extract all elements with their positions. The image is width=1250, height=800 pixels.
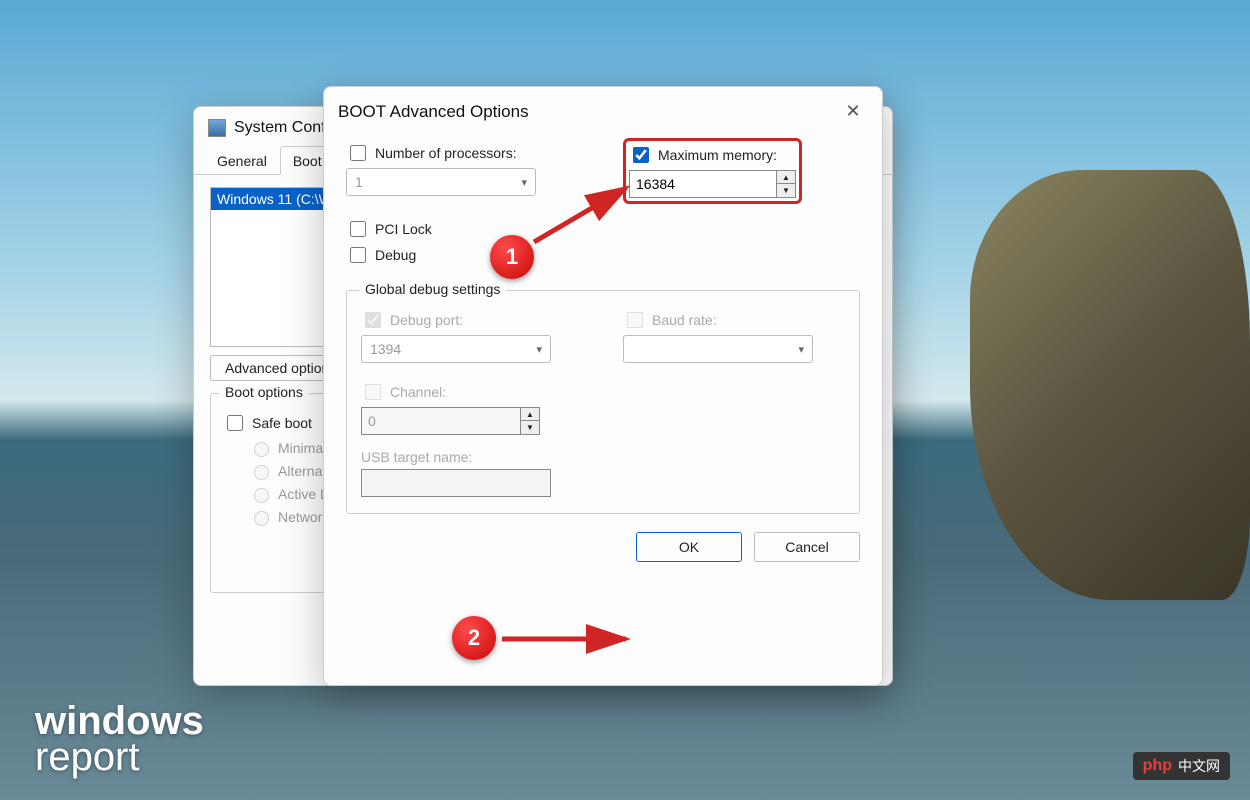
watermark-windows-report: windows report [35,703,204,775]
baud-rate-select: ▾ [623,335,813,363]
max-memory-checkbox[interactable]: Maximum memory: [629,144,796,166]
bootadv-titlebar: BOOT Advanced Options ✕ [324,87,882,132]
num-processors-label: Number of processors: [375,145,517,161]
channel-spinner: ▲▼ [521,407,540,435]
boot-options-label: Boot options [219,384,309,400]
spinner-up-icon[interactable]: ▲ [777,171,795,184]
num-processors-checkbox[interactable]: Number of processors: [346,142,583,164]
annotation-arrow-1 [528,180,638,250]
ok-button[interactable]: OK [636,532,742,562]
chevron-down-icon: ▾ [536,343,542,356]
debug-port-select: 1394▾ [361,335,551,363]
cancel-button[interactable]: Cancel [754,532,860,562]
spinner-up-icon: ▲ [521,408,539,421]
spinner-down-icon: ▼ [521,421,539,434]
baud-rate-label: Baud rate: [652,312,717,328]
channel-checkbox: Channel: [361,381,583,403]
highlight-max-memory: Maximum memory: ▲▼ [623,138,802,204]
annotation-marker-2: 2 [452,616,496,660]
sysconf-icon [208,119,226,137]
baud-rate-checkbox: Baud rate: [623,309,845,331]
debug-label: Debug [375,247,416,263]
watermark-php-cn: php 中文网 [1133,752,1230,780]
boot-advanced-options-dialog: BOOT Advanced Options ✕ Number of proces… [323,86,883,686]
usb-target-label: USB target name: [361,449,583,465]
max-memory-input[interactable] [629,170,777,198]
channel-input [361,407,521,435]
debug-port-label: Debug port: [390,312,463,328]
pci-lock-label: PCI Lock [375,221,432,237]
close-icon[interactable]: ✕ [838,101,868,122]
max-memory-spinner[interactable]: ▲▼ [777,170,796,198]
chevron-down-icon: ▾ [521,176,527,189]
channel-label: Channel: [390,384,446,400]
chevron-down-icon: ▾ [798,343,804,356]
num-processors-select[interactable]: 1▾ [346,168,536,196]
tab-general[interactable]: General [204,146,280,175]
global-debug-fieldset: Global debug settings Debug port: 1394▾ … [346,290,860,514]
spinner-down-icon[interactable]: ▼ [777,184,795,197]
annotation-marker-1: 1 [490,235,534,279]
safe-boot-label: Safe boot [252,415,312,431]
debug-port-checkbox: Debug port: [361,309,583,331]
global-debug-label: Global debug settings [359,281,506,297]
bootadv-title: BOOT Advanced Options [338,102,529,122]
annotation-arrow-2 [498,624,638,654]
max-memory-label: Maximum memory: [658,147,777,163]
usb-target-input [361,469,551,497]
